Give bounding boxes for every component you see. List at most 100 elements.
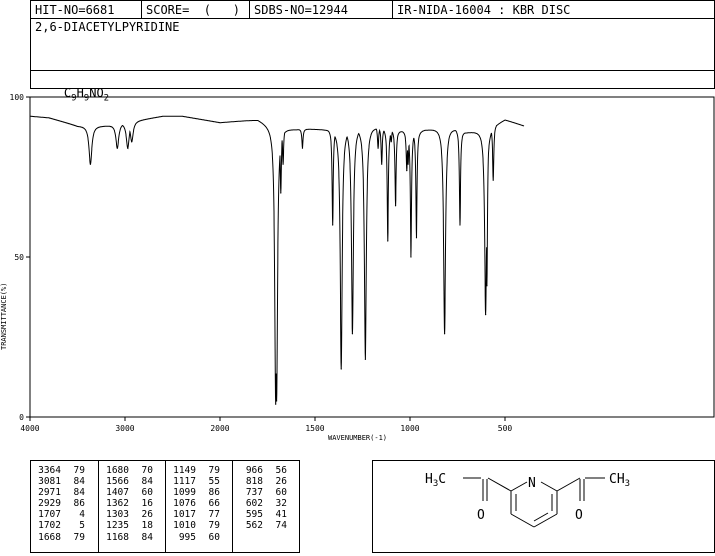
peak-table: 3364 79 3081 84 2971 84 2929 86 1707 4 1702 5 1668 79… <box>30 460 300 553</box>
wavenumber-cell: 1303 <box>106 509 129 521</box>
wavenumber-cell: 1117 <box>173 476 196 488</box>
transmittance-cell: 74 <box>275 520 287 532</box>
wavenumber-cell: 818 <box>245 476 263 488</box>
plot-frame <box>29 96 715 418</box>
transmittance-cell: 79 <box>73 465 85 476</box>
wavenumber-cell: 562 <box>245 520 263 532</box>
transmittance-cell: 32 <box>275 498 287 510</box>
nitrogen-atom: N <box>528 476 536 491</box>
wavenumber-cell: 595 <box>245 509 263 521</box>
wavenumber-cell: 3081 <box>38 476 61 488</box>
y-tick-label: 0 <box>19 413 24 422</box>
hit-number: HIT-NO=6681 <box>35 3 115 17</box>
peak-table-row: 602 32 <box>233 498 300 509</box>
wavenumber-cell: 2929 <box>38 498 61 510</box>
wavenumber-cell: 1099 <box>173 487 196 499</box>
wavenumber-cell: 1235 <box>106 520 129 532</box>
wavenumber-cell: 1707 <box>38 509 61 521</box>
peak-table-row: 562 74 <box>233 520 300 531</box>
oxygen-left: O <box>477 508 485 523</box>
peak-table-row: 1702 5 <box>31 520 98 531</box>
transmittance-cell: 16 <box>141 498 153 510</box>
wavenumber-cell: 1149 <box>173 465 196 476</box>
peak-table-row: 737 60 <box>233 487 300 498</box>
peak-table-row: 3364 79 <box>31 461 98 476</box>
peak-table-row: 995 60 <box>166 532 233 543</box>
x-tick-label: 1500 <box>305 424 324 433</box>
peak-table-row: 1668 79 <box>31 532 98 543</box>
wavenumber-cell: 1668 <box>38 531 61 543</box>
peak-table-row: 1362 16 <box>99 498 166 509</box>
transmittance-cell: 5 <box>79 520 85 532</box>
wavenumber-cell: 737 <box>245 487 263 499</box>
peak-table-row: 2929 86 <box>31 498 98 509</box>
oxygen-right: O <box>575 508 583 523</box>
peak-table-row: 1407 60 <box>99 487 166 498</box>
wavenumber-cell: 995 <box>178 531 196 543</box>
peak-table-row: 1680 70 <box>99 461 166 476</box>
wavenumber-cell: 1168 <box>106 531 129 543</box>
transmittance-cell: 56 <box>275 465 287 476</box>
y-tick-label: 100 <box>10 93 25 102</box>
y-tick-label: 50 <box>14 253 24 262</box>
transmittance-cell: 4 <box>79 509 85 521</box>
molecule-structure: H3C N O O CH3 <box>425 472 630 528</box>
compound-name-box: 2,6-DIACETYLPYRIDINE <box>30 18 715 71</box>
wavenumber-cell: 2971 <box>38 487 61 499</box>
sdbs-number: SDBS-NO=12944 <box>254 3 348 17</box>
wavenumber-cell: 3364 <box>38 465 61 476</box>
x-tick-label: 3000 <box>115 424 134 433</box>
wavenumber-cell: 1076 <box>173 498 196 510</box>
transmittance-cell: 79 <box>208 520 220 532</box>
peak-table-row: 1235 18 <box>99 520 166 531</box>
transmittance-cell: 77 <box>208 509 220 521</box>
score: SCORE= ( ) <box>146 3 240 17</box>
transmittance-cell: 60 <box>208 531 220 543</box>
x-axis-label: WAVENUMBER(-1) <box>328 434 387 442</box>
transmittance-cell: 60 <box>141 487 153 499</box>
peak-table-row: 1566 84 <box>99 476 166 487</box>
peak-table-row: 1149 79 <box>166 461 233 476</box>
ir-spectrum-chart: 100500 4000 3000 2000 1500 1000 500 TRANSMITT… <box>0 93 715 442</box>
wavenumber-cell: 1680 <box>106 465 129 476</box>
spectrum-trace <box>29 115 525 405</box>
wavenumber-cell: 1407 <box>106 487 129 499</box>
header-bar: HIT-NO=6681 SCORE= ( ) SDBS-NO=12944 IR-… <box>30 0 715 19</box>
peak-table-row <box>233 532 300 543</box>
x-tick-label: 2000 <box>210 424 229 433</box>
x-axis: 4000 3000 2000 1500 1000 500 <box>20 417 512 433</box>
transmittance-cell: 79 <box>208 465 220 476</box>
transmittance-cell: 26 <box>275 476 287 488</box>
transmittance-cell: 70 <box>141 465 153 476</box>
transmittance-cell: 41 <box>275 509 287 521</box>
formula-box: C9H9NO2 <box>30 70 715 103</box>
wavenumber-cell: 1702 <box>38 520 61 532</box>
wavenumber-cell: 1362 <box>106 498 129 510</box>
y-axis-label: TRANSMITTANCE(%) <box>0 283 8 350</box>
wavenumber-cell: 1010 <box>173 520 196 532</box>
wavenumber-cell: 966 <box>245 465 263 476</box>
transmittance-cell: 84 <box>73 476 85 488</box>
wavenumber-cell: 1017 <box>173 509 196 521</box>
transmittance-cell: 60 <box>275 487 287 499</box>
structure-box: H3C N O O CH3 <box>372 460 715 553</box>
methyl-right: CH3 <box>609 472 630 489</box>
x-tick-label: 500 <box>498 424 513 433</box>
y-axis: 100 50 0 <box>10 93 30 422</box>
peak-table-row: 1303 26 <box>99 509 166 520</box>
transmittance-cell: 55 <box>208 476 220 488</box>
wavenumber-cell: 602 <box>245 498 263 510</box>
peak-table-row: 1076 66 <box>166 498 233 509</box>
compound-name: 2,6-DIACETYLPYRIDINE <box>35 20 180 34</box>
peak-table-row: 966 56 <box>233 461 300 476</box>
peak-table-row: 1099 86 <box>166 487 233 498</box>
peak-table-column: 3364 79 3081 84 2971 84 2929 86 1707 4 1702 5 1668 79 <box>31 461 98 543</box>
wavenumber-cell: 1566 <box>106 476 129 488</box>
peak-table-column: 1149 79 1117 55 1099 86 1076 66 1017 77 1010 79 995 6… <box>165 461 233 552</box>
peak-table-row: 1017 77 <box>166 509 233 520</box>
peak-table-row: 818 26 <box>233 476 300 487</box>
peak-table-row: 1117 55 <box>166 476 233 487</box>
x-tick-label: 1000 <box>400 424 419 433</box>
transmittance-cell: 86 <box>73 498 85 510</box>
transmittance-cell: 18 <box>141 520 153 532</box>
